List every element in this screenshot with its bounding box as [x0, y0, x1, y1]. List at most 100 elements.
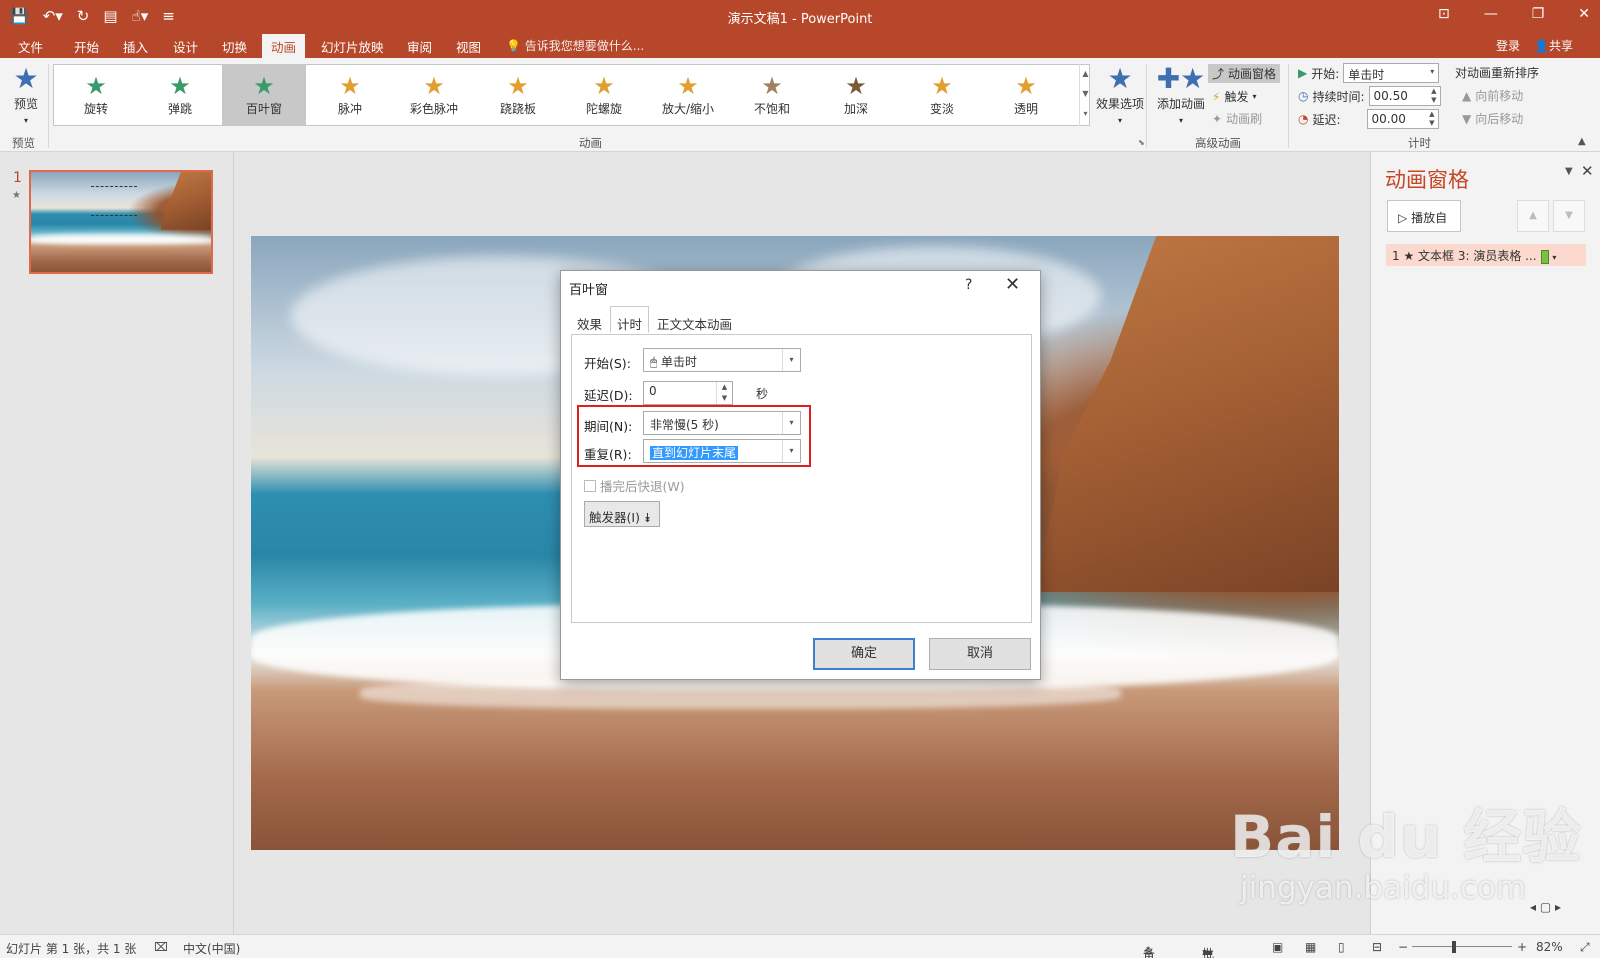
help-icon[interactable]: ? — [965, 277, 972, 293]
slide-sorter-icon[interactable]: ▦ — [1305, 940, 1316, 954]
move-later-button[interactable]: ▼ 向后移动 — [1462, 110, 1523, 127]
pane-close-icon[interactable]: ✕ — [1581, 162, 1594, 180]
pane-options-icon[interactable]: ▼ — [1565, 166, 1573, 177]
dialog-launcher-icon[interactable]: ⬊ — [1138, 138, 1145, 147]
play-icon: ▶ — [1298, 66, 1308, 80]
ribbon-display-icon[interactable]: ⊡ — [1438, 6, 1450, 22]
delay-input[interactable]: 0 ▲ ▼ — [643, 381, 733, 405]
collapse-ribbon-icon[interactable]: ▲ — [1578, 136, 1586, 147]
ok-button[interactable]: 确定 — [813, 638, 915, 670]
up-triangle-icon: ▲ — [1462, 88, 1472, 103]
animation-gallery-item[interactable]: ★ 陀螺旋 — [562, 65, 646, 125]
normal-view-icon[interactable]: ▣ — [1272, 940, 1283, 954]
preview-button[interactable]: ★ 预览 ▾ — [8, 63, 44, 126]
animation-list-item[interactable]: 1 ★ 文本框 3: 演员表格 ... ▾ — [1386, 244, 1586, 266]
trigger-button[interactable]: ⚡ 触发 ▾ — [1212, 88, 1256, 105]
start-combo[interactable]: 单击时 ▾ — [1343, 63, 1440, 83]
tab-file[interactable]: 文件 — [18, 37, 43, 56]
tab-text-animation[interactable]: 正文文本动画 — [651, 309, 738, 333]
gallery-scroll[interactable]: ▲ ▼ ▾ — [1079, 64, 1091, 126]
animation-star-icon: ★ — [423, 72, 445, 100]
share-button[interactable]: 👤共享 — [1534, 37, 1573, 54]
zoom-slider-thumb[interactable] — [1452, 941, 1456, 953]
dialog-close-icon[interactable]: ✕ — [1005, 274, 1020, 295]
delay-spin-icon[interactable]: ▲ ▼ — [716, 382, 732, 404]
dialog-title: 百叶窗 — [569, 283, 609, 298]
animation-gallery-item[interactable]: ★ 变淡 — [900, 65, 984, 125]
move-earlier-button[interactable]: ▲ 向前移动 — [1462, 87, 1523, 104]
tab-review[interactable]: 审阅 — [407, 37, 432, 56]
tab-insert[interactable]: 插入 — [123, 37, 148, 56]
animation-pane: 动画窗格 ▼ ✕ ▷ 播放自 ▲ ▼ 1 ★ 文本框 3: 演员表格 ... ▾ — [1370, 152, 1600, 934]
repeat-select[interactable]: 直到幻灯片末尾 ▾ — [643, 439, 801, 463]
zoom-slider[interactable] — [1412, 946, 1512, 947]
animation-gallery-item[interactable]: ★ 不饱和 — [730, 65, 814, 125]
tab-design[interactable]: 设计 — [173, 37, 198, 56]
period-select[interactable]: 非常慢(5 秒) ▾ — [643, 411, 801, 435]
tab-animations[interactable]: 动画 — [262, 34, 306, 61]
window-title: 演示文稿1 - PowerPoint — [727, 12, 873, 27]
animation-pane-button[interactable]: ⤴ 动画窗格 — [1208, 64, 1281, 83]
reading-view-icon[interactable]: ▯ — [1338, 940, 1345, 954]
animation-gallery-item[interactable]: ★ 彩色脉冲 — [392, 65, 476, 125]
tab-slideshow[interactable]: 幻灯片放映 — [321, 37, 384, 56]
login-link[interactable]: 登录 — [1496, 37, 1520, 54]
repeat-label: 重复(R): — [584, 447, 632, 462]
animation-painter-button[interactable]: ✦ 动画刷 — [1212, 110, 1262, 127]
animation-star-icon: ★ — [1015, 72, 1037, 100]
slide-nav-control[interactable]: ◂ ▢ ▸ — [1530, 900, 1561, 914]
animation-gallery-item[interactable]: ★ 跷跷板 — [476, 65, 560, 125]
tab-transitions[interactable]: 切换 — [222, 37, 247, 56]
preview-star-icon: ★ — [13, 62, 39, 95]
rewind-checkbox[interactable]: 播完后快退(W) — [584, 476, 685, 495]
move-down-button[interactable]: ▼ — [1553, 200, 1585, 232]
tab-effect[interactable]: 效果 — [571, 309, 608, 333]
spellcheck-icon[interactable]: ⌧ — [154, 940, 168, 954]
restore-icon[interactable]: ❐ — [1532, 6, 1545, 22]
slideshow-icon[interactable]: ⊟ — [1372, 940, 1382, 954]
timing-panel: 开始(S): 🖱 单击时 ▾ 延迟(D): 0 ▲ ▼ 秒 期间(N): 非常慢(5 … — [571, 334, 1032, 623]
animation-gallery-label: 加深 — [843, 102, 868, 116]
mouse-icon: 🖱 — [650, 355, 658, 369]
animation-gallery-item[interactable]: ★ 透明 — [984, 65, 1068, 125]
effect-options-button[interactable]: ★ 效果选项 ▾ — [1092, 63, 1148, 126]
animation-star-icon: ★ — [677, 72, 699, 100]
start-label: 开始(S): — [584, 356, 631, 371]
tab-home[interactable]: 开始 — [74, 37, 99, 56]
timing-group-label: 计时 — [1408, 136, 1431, 150]
animation-gallery-item[interactable]: ★ 弹跳 — [138, 65, 222, 125]
trigger-button[interactable]: 触发器(I) ⯯ — [584, 501, 660, 527]
tab-timing[interactable]: 计时 — [610, 306, 650, 333]
close-icon[interactable]: ✕ — [1578, 6, 1590, 22]
cancel-button[interactable]: 取消 — [929, 638, 1031, 670]
start-select[interactable]: 🖱 单击时 ▾ — [643, 348, 801, 372]
animation-gallery-item[interactable]: ★ 旋转 — [54, 65, 138, 125]
minimize-icon[interactable]: — — [1484, 6, 1498, 22]
duration-row: ◷ 持续时间: 00.50 ▲ ▼ — [1298, 86, 1441, 106]
zoom-in-icon[interactable]: + — [1517, 940, 1527, 954]
slide-thumbnail[interactable] — [29, 170, 213, 274]
animation-gallery-label: 旋转 — [83, 102, 108, 116]
period-label: 期间(N): — [584, 419, 633, 434]
animation-gallery-item[interactable]: ★ 百叶窗 — [222, 65, 306, 125]
add-animation-button[interactable]: ✚★ 添加动画 ▾ — [1153, 63, 1209, 126]
animation-gallery-item[interactable]: ★ 脉冲 — [308, 65, 392, 125]
tab-view[interactable]: 视图 — [456, 37, 481, 56]
language-indicator[interactable]: 中文(中国) — [183, 940, 240, 957]
clock-icon: ◷ — [1298, 89, 1309, 103]
fit-slide-icon[interactable]: ⤢ — [1580, 940, 1590, 955]
duration-spinner[interactable]: 00.50 ▲ ▼ — [1368, 86, 1441, 106]
zoom-out-icon[interactable]: − — [1398, 940, 1408, 954]
animation-gallery-label: 百叶窗 — [245, 102, 282, 116]
tell-me-box[interactable]: 💡 告诉我您想要做什么... — [506, 37, 644, 54]
move-up-button[interactable]: ▲ — [1517, 200, 1549, 232]
play-from-button[interactable]: ▷ 播放自 — [1387, 200, 1461, 232]
animation-gallery-item[interactable]: ★ 加深 — [814, 65, 898, 125]
slide-number: 1 — [13, 170, 22, 186]
animation-gallery-label: 弹跳 — [167, 102, 192, 116]
animation-star-icon: ★ — [507, 72, 529, 100]
animation-star-icon: ★ — [845, 72, 867, 100]
animation-gallery-item[interactable]: ★ 放大/缩小 — [646, 65, 730, 125]
zoom-level[interactable]: 82% — [1536, 940, 1563, 954]
delay-spinner[interactable]: 00.00 ▲ ▼ — [1366, 109, 1439, 129]
